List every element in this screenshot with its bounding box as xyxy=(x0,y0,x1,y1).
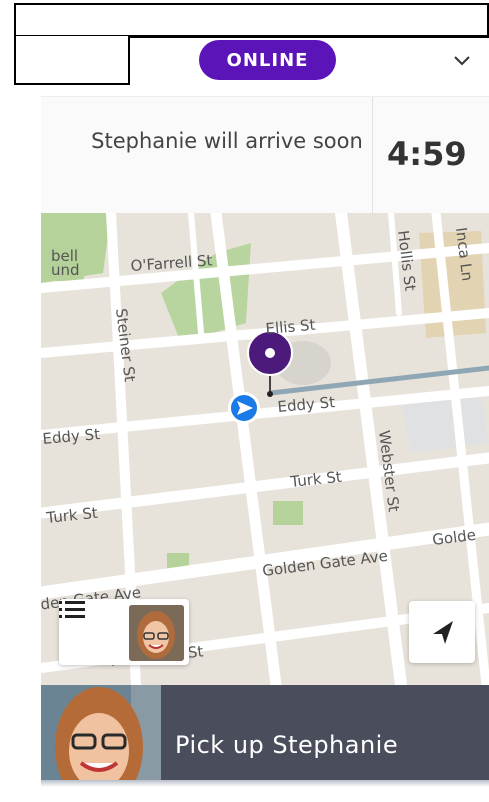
arrival-message: Stephanie will arrive soon xyxy=(91,129,363,153)
left-placeholder-box xyxy=(14,36,130,85)
map-view[interactable]: bell und O'Farrell St Steiner St Ellis S… xyxy=(41,213,489,685)
arrival-bar: Stephanie will arrive soon 4:59 xyxy=(41,96,489,214)
rider-thumbnail[interactable] xyxy=(129,605,184,661)
eta-countdown: 4:59 xyxy=(387,135,467,173)
street-label-park2: und xyxy=(51,261,80,279)
top-placeholder-box xyxy=(14,3,489,37)
pickup-action-bar[interactable]: Pick up Stephanie xyxy=(41,685,489,780)
bottom-shadow xyxy=(41,780,489,787)
online-status-toggle[interactable]: ONLINE xyxy=(199,40,336,80)
pickup-label[interactable]: Pick up Stephanie xyxy=(175,731,398,759)
current-location-icon xyxy=(228,392,260,424)
list-icon[interactable] xyxy=(59,599,85,621)
trip-list-card[interactable] xyxy=(59,599,189,665)
header-divider xyxy=(130,36,489,38)
navigation-arrow-icon[interactable] xyxy=(409,601,475,663)
chevron-down-icon[interactable] xyxy=(450,48,474,72)
recenter-button[interactable] xyxy=(409,601,475,663)
rider-avatar xyxy=(41,685,161,780)
arrival-divider xyxy=(372,97,373,214)
